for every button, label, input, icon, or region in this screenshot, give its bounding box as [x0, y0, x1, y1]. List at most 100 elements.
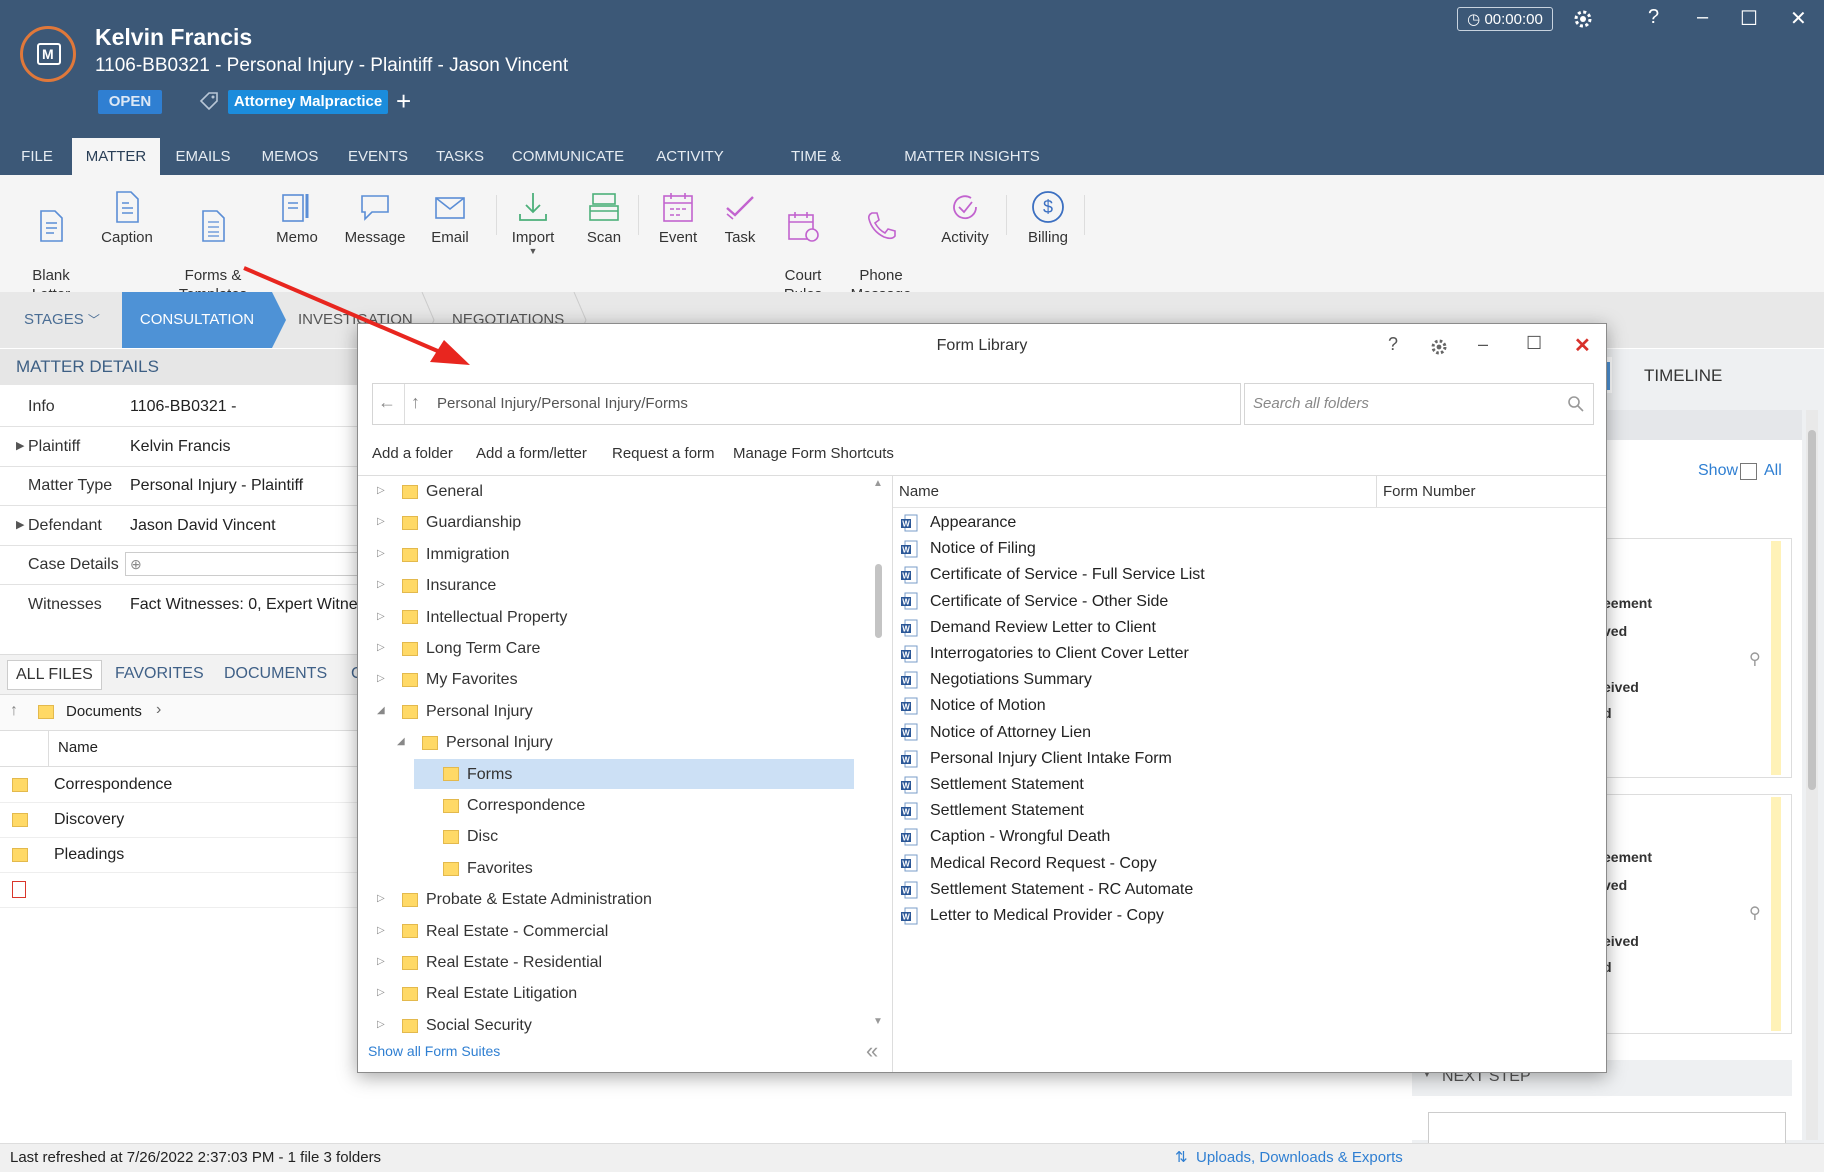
- collapse-panel-icon[interactable]: «: [866, 1038, 878, 1064]
- scrollbar-thumb[interactable]: [875, 564, 882, 638]
- uploads-downloads-link[interactable]: Uploads, Downloads & Exports: [1196, 1144, 1403, 1172]
- add-folder-link[interactable]: Add a folder: [372, 445, 453, 462]
- up-arrow-icon[interactable]: ↑: [411, 392, 420, 413]
- scan-button[interactable]: Scan: [564, 190, 644, 247]
- detail-row-defendant[interactable]: ▶ Defendant Jason David Vincent: [0, 506, 358, 546]
- blank-letter-button[interactable]: Blank Letter: [11, 190, 91, 304]
- collapsed-arrow-icon[interactable]: ▷: [377, 516, 385, 527]
- tab-timeline[interactable]: TIMELINE: [1644, 366, 1722, 386]
- collapsed-arrow-icon[interactable]: ▷: [377, 925, 385, 936]
- tree-folder[interactable]: Insurance: [402, 570, 496, 601]
- dialog-minimize-icon[interactable]: –: [1478, 334, 1488, 355]
- form-item[interactable]: W Demand Review Letter to Client: [900, 615, 1156, 641]
- close-icon[interactable]: ✕: [1790, 6, 1807, 31]
- menu-tab-matter[interactable]: MATTER: [72, 138, 160, 175]
- scroll-up-icon[interactable]: ▲: [873, 478, 883, 489]
- dialog-maximize-icon[interactable]: ☐: [1526, 333, 1542, 354]
- tree-folder[interactable]: Real Estate Litigation: [402, 978, 577, 1009]
- tree-folder[interactable]: Immigration: [402, 539, 510, 570]
- tree-folder[interactable]: Disc: [443, 821, 498, 852]
- tree-folder[interactable]: Forms: [443, 759, 512, 790]
- phone-message-button[interactable]: Phone Message: [841, 190, 921, 304]
- tree-folder[interactable]: Favorites: [443, 853, 533, 884]
- court-rules-button[interactable]: Court Rules: [763, 190, 843, 304]
- menu-tab-events[interactable]: EVENTS: [344, 138, 412, 175]
- detail-row-plaintiff[interactable]: ▶ Plaintiff Kelvin Francis: [0, 427, 358, 467]
- column-name[interactable]: Name: [58, 739, 98, 756]
- activity-button[interactable]: Activity: [925, 190, 1005, 247]
- next-step-input[interactable]: [1428, 1112, 1786, 1144]
- tree-folder[interactable]: My Favorites: [402, 664, 518, 695]
- form-item[interactable]: W Notice of Attorney Lien: [900, 720, 1091, 746]
- folder-path[interactable]: Personal Injury/Personal Injury/Forms: [437, 395, 688, 412]
- request-form-link[interactable]: Request a form: [612, 445, 715, 462]
- file-row[interactable]: Correspondence: [0, 767, 358, 803]
- tag-badge[interactable]: Attorney Malpractice: [228, 90, 388, 114]
- email-button[interactable]: Email: [410, 190, 490, 247]
- tree-folder[interactable]: Real Estate - Commercial: [402, 916, 608, 947]
- minimize-icon[interactable]: –: [1697, 6, 1708, 29]
- collapsed-arrow-icon[interactable]: ▷: [377, 987, 385, 998]
- menu-tab-memos[interactable]: MEMOS: [256, 138, 324, 175]
- tree-folder[interactable]: General: [402, 476, 483, 507]
- breadcrumb-documents[interactable]: Documents: [66, 703, 142, 720]
- show-all-label[interactable]: All: [1764, 462, 1782, 480]
- form-item[interactable]: W Personal Injury Client Intake Form: [900, 746, 1172, 772]
- maximize-icon[interactable]: ☐: [1740, 6, 1758, 31]
- message-button[interactable]: Message: [335, 190, 415, 247]
- manage-shortcuts-link[interactable]: Manage Form Shortcuts: [733, 445, 894, 462]
- collapsed-arrow-icon[interactable]: ▷: [377, 485, 385, 496]
- collapsed-arrow-icon[interactable]: ▷: [377, 1019, 385, 1030]
- tree-folder[interactable]: Intellectual Property: [402, 602, 567, 633]
- collapsed-arrow-icon[interactable]: ▷: [377, 548, 385, 559]
- tree-folder[interactable]: Real Estate - Residential: [402, 947, 602, 978]
- add-form-letter-link[interactable]: Add a form/letter: [476, 445, 587, 462]
- form-item[interactable]: W Interrogatories to Client Cover Letter: [900, 641, 1189, 667]
- tab-all-files[interactable]: ALL FILES: [7, 660, 102, 690]
- menu-tab-file[interactable]: FILE: [14, 138, 60, 175]
- form-item[interactable]: W Appearance: [900, 510, 1016, 536]
- collapsed-arrow-icon[interactable]: ▷: [377, 642, 385, 653]
- form-item[interactable]: W Letter to Medical Provider - Copy: [900, 903, 1164, 929]
- menu-tab-emails[interactable]: EMAILS: [172, 138, 234, 175]
- expand-arrow-icon[interactable]: ▶: [16, 506, 24, 545]
- back-arrow-icon[interactable]: ←: [378, 392, 396, 413]
- collapsed-arrow-icon[interactable]: ▷: [377, 956, 385, 967]
- settings-gear-icon[interactable]: [1572, 8, 1594, 30]
- search-box[interactable]: Search all folders: [1244, 383, 1594, 425]
- detail-row-witnesses[interactable]: Witnesses Fact Witnesses: 0, Expert Witne…: [0, 585, 366, 624]
- scroll-down-icon[interactable]: ▼: [873, 1016, 883, 1027]
- import-button[interactable]: Import ▼: [493, 190, 573, 256]
- show-all-form-suites-link[interactable]: Show all Form Suites: [368, 1043, 500, 1059]
- menu-tab-tasks[interactable]: TASKS: [432, 138, 488, 175]
- caption-button[interactable]: Caption: [87, 190, 167, 247]
- form-item[interactable]: W Negotiations Summary: [900, 667, 1092, 693]
- tree-scrollbar[interactable]: ▲ ▼: [872, 476, 886, 1038]
- column-name[interactable]: Name: [899, 483, 939, 500]
- tree-folder[interactable]: Personal Injury: [402, 696, 533, 727]
- expanded-arrow-icon[interactable]: ◢: [397, 736, 405, 747]
- search-input[interactable]: Search all folders: [1253, 395, 1369, 412]
- tree-folder[interactable]: Probate & Estate Administration: [402, 884, 652, 915]
- tree-folder[interactable]: Long Term Care: [402, 633, 540, 664]
- file-row[interactable]: kelvin_francis_personal_injury_intake_fo…: [0, 872, 358, 908]
- tag-icon[interactable]: [198, 90, 220, 112]
- expanded-arrow-icon[interactable]: ◢: [377, 705, 385, 716]
- form-item[interactable]: W Certificate of Service - Other Side: [900, 589, 1168, 615]
- tree-folder[interactable]: Social Security: [402, 1010, 532, 1038]
- menu-tab-matter-insights[interactable]: MATTER INSIGHTS: [904, 138, 1040, 175]
- stages-dropdown[interactable]: STAGES ﹀: [24, 292, 100, 348]
- pin-icon[interactable]: ⚲: [1749, 649, 1761, 669]
- collapsed-arrow-icon[interactable]: ▷: [377, 579, 385, 590]
- right-scrollbar[interactable]: [1806, 410, 1818, 1140]
- pin-icon[interactable]: ⚲: [1749, 903, 1761, 923]
- form-item[interactable]: W Certificate of Service - Full Service L…: [900, 562, 1205, 588]
- scrollbar-thumb[interactable]: [1808, 430, 1816, 790]
- form-item[interactable]: W Notice of Motion: [900, 693, 1046, 719]
- menu-tab-activity[interactable]: ACTIVITY: [652, 138, 728, 175]
- form-item[interactable]: W Settlement Statement: [900, 772, 1084, 798]
- form-item[interactable]: W Settlement Statement: [900, 798, 1084, 824]
- add-circle-icon[interactable]: ⊕: [130, 553, 142, 575]
- form-item[interactable]: W Caption - Wrongful Death: [900, 824, 1110, 850]
- show-all-checkbox[interactable]: [1740, 463, 1757, 480]
